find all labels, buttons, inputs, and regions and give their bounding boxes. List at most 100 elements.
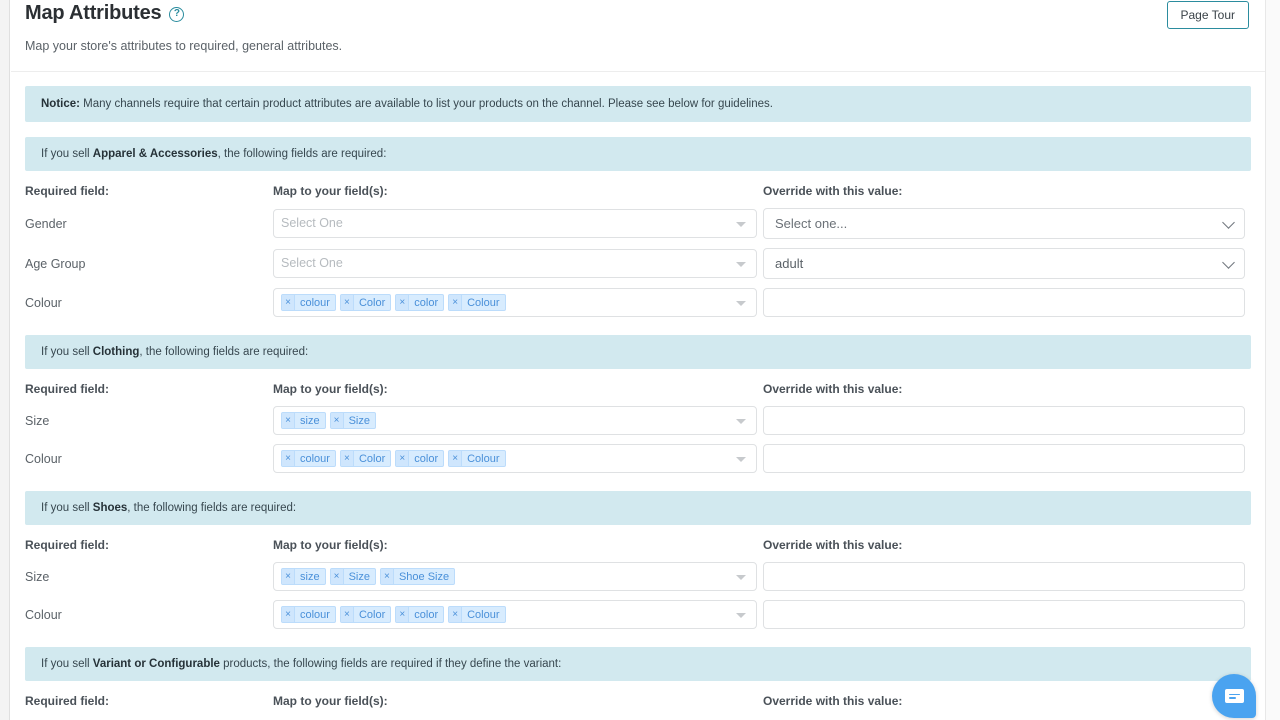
- field-chip[interactable]: × color: [395, 450, 445, 467]
- map-to-cell: Select One: [273, 209, 763, 238]
- field-chip[interactable]: × Colour: [448, 294, 506, 311]
- map-to-multiselect[interactable]: × colour × Color × color × Colour: [273, 288, 757, 317]
- required-field-label: Colour: [25, 295, 62, 310]
- column-header-override: Override with this value:: [763, 694, 903, 708]
- page-subtitle: Map your store's attributes to required,…: [25, 39, 343, 53]
- field-chip[interactable]: × colour: [281, 606, 336, 623]
- chip-remove-icon[interactable]: ×: [449, 451, 463, 466]
- chip-label: color: [414, 608, 439, 621]
- field-chip[interactable]: × size: [281, 568, 326, 585]
- override-text-input[interactable]: [763, 600, 1245, 629]
- chevron-down-icon[interactable]: [1222, 215, 1235, 229]
- chat-bubble-icon[interactable]: [1212, 674, 1256, 718]
- field-chip[interactable]: × Color: [339, 606, 392, 623]
- multiselect-placeholder: Select One: [281, 216, 343, 230]
- column-header-required-field: Required field:: [25, 694, 110, 708]
- override-select[interactable]: adult: [763, 248, 1245, 279]
- chevron-down-icon[interactable]: [736, 221, 746, 227]
- multiselect-placeholder: Select One: [281, 256, 343, 270]
- field-chip[interactable]: × color: [395, 294, 445, 311]
- override-cell: [763, 600, 1251, 629]
- field-chip[interactable]: × Size: [329, 568, 376, 585]
- title-row: Map Attributes ?: [25, 0, 1251, 25]
- map-to-multiselect[interactable]: × colour × Color × color × Colour: [273, 600, 757, 629]
- chip-remove-icon[interactable]: ×: [282, 295, 295, 310]
- chip-remove-icon[interactable]: ×: [340, 295, 354, 310]
- field-chip[interactable]: × Size: [329, 412, 376, 429]
- chip-remove-icon[interactable]: ×: [396, 607, 410, 622]
- override-text-input[interactable]: [763, 406, 1245, 435]
- column-headers: Required field: Map to your field(s): Over…: [25, 382, 1251, 396]
- override-cell: Select one...: [763, 208, 1251, 239]
- chip-remove-icon[interactable]: ×: [449, 295, 463, 310]
- override-text-input[interactable]: [763, 444, 1245, 473]
- field-chip[interactable]: × Shoe Size: [379, 568, 456, 585]
- column-headers: Required field: Map to your field(s): Over…: [25, 538, 1251, 552]
- chevron-down-icon[interactable]: [736, 456, 746, 462]
- page-body: Notice: Many channels require that certa…: [11, 72, 1265, 708]
- override-text-input[interactable]: [763, 562, 1245, 591]
- required-field-label: Colour: [25, 607, 62, 622]
- chip-remove-icon[interactable]: ×: [340, 607, 354, 622]
- page-tour-button[interactable]: Page Tour: [1166, 1, 1249, 29]
- field-chip[interactable]: × colour: [281, 450, 336, 467]
- map-to-multiselect[interactable]: Select One: [273, 249, 757, 278]
- field-chip[interactable]: × Colour: [448, 450, 506, 467]
- chip-label: colour: [300, 296, 330, 309]
- section-banner-category: Clothing: [92, 346, 140, 358]
- chip-label: color: [414, 296, 439, 309]
- chevron-down-icon[interactable]: [736, 612, 746, 618]
- required-field-label: Colour: [25, 451, 62, 466]
- chip-remove-icon[interactable]: ×: [396, 295, 410, 310]
- map-to-multiselect[interactable]: × colour × Color × color × Colour: [273, 444, 757, 473]
- section-banner-suffix: , the following fields are required:: [217, 148, 387, 160]
- chip-remove-icon[interactable]: ×: [330, 569, 344, 584]
- map-attributes-page: Map Attributes ? Map your store's attrib…: [0, 0, 1280, 720]
- map-to-multiselect[interactable]: × size × Size: [273, 406, 757, 435]
- chevron-down-icon[interactable]: [1222, 255, 1235, 269]
- field-chip[interactable]: × color: [395, 606, 445, 623]
- override-select-value: adult: [775, 256, 804, 271]
- chevron-down-icon[interactable]: [736, 300, 746, 306]
- chip-label: colour: [300, 452, 330, 465]
- column-header-override: Override with this value:: [763, 184, 903, 198]
- chip-label: Colour: [467, 296, 500, 309]
- column-header-map-to: Map to your field(s):: [273, 694, 388, 708]
- field-chip[interactable]: × Color: [339, 450, 392, 467]
- section-banner-category: Shoes: [92, 502, 128, 514]
- override-cell: [763, 288, 1251, 317]
- chevron-down-icon[interactable]: [736, 574, 746, 580]
- chip-remove-icon[interactable]: ×: [396, 451, 410, 466]
- chip-remove-icon[interactable]: ×: [340, 451, 354, 466]
- map-to-multiselect[interactable]: × size × Size × Shoe Size: [273, 562, 757, 591]
- section-banner-prefix: If you sell: [41, 658, 93, 670]
- notice-banner: Notice: Many channels require that certa…: [25, 86, 1251, 122]
- override-text-input[interactable]: [763, 288, 1245, 317]
- field-chip[interactable]: × Color: [339, 294, 392, 311]
- chevron-down-icon[interactable]: [736, 261, 746, 267]
- chip-remove-icon[interactable]: ×: [282, 569, 295, 584]
- column-header-map-to: Map to your field(s):: [273, 184, 388, 198]
- help-circle-icon[interactable]: ?: [169, 6, 185, 22]
- field-chip[interactable]: × size: [281, 412, 326, 429]
- map-to-multiselect[interactable]: Select One: [273, 209, 757, 238]
- attribute-row: Size × size × Size × Shoe Size: [25, 562, 1251, 591]
- vertical-scrollbar[interactable]: [1265, 0, 1280, 720]
- required-field-label: Gender: [25, 216, 67, 231]
- chip-remove-icon[interactable]: ×: [380, 569, 394, 584]
- section-banner: If you sell Clothing, the following fiel…: [25, 335, 1251, 369]
- attribute-row: Gender Select One Select one...: [25, 208, 1251, 239]
- chip-remove-icon[interactable]: ×: [282, 413, 295, 428]
- override-select[interactable]: Select one...: [763, 208, 1245, 239]
- chip-remove-icon[interactable]: ×: [449, 607, 463, 622]
- chip-label: size: [300, 414, 320, 427]
- page-container: Map Attributes ? Map your store's attrib…: [11, 0, 1265, 720]
- section-banner: If you sell Variant or Configurable prod…: [25, 647, 1251, 681]
- field-chip[interactable]: × colour: [281, 294, 336, 311]
- chip-remove-icon[interactable]: ×: [282, 607, 295, 622]
- field-chip[interactable]: × Colour: [448, 606, 506, 623]
- chevron-down-icon[interactable]: [736, 418, 746, 424]
- chip-remove-icon[interactable]: ×: [282, 451, 295, 466]
- chip-remove-icon[interactable]: ×: [330, 413, 344, 428]
